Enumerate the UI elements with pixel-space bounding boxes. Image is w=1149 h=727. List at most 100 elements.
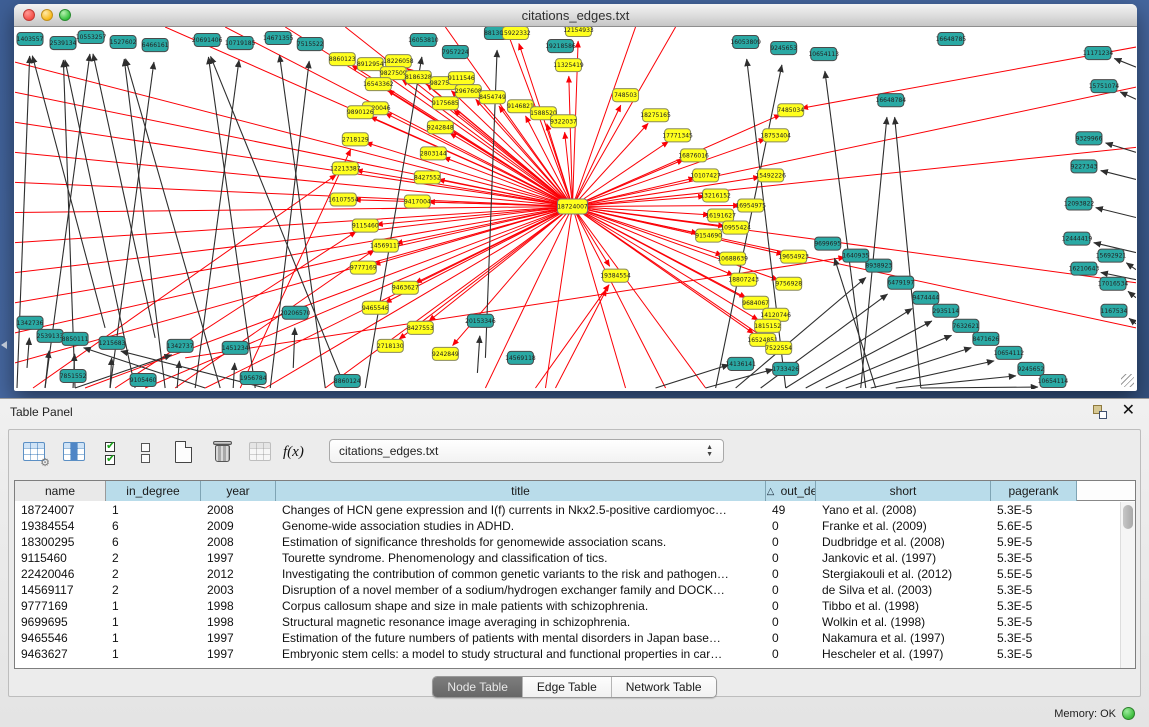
network-node[interactable]: 18724007 bbox=[557, 199, 588, 214]
network-node[interactable]: 18753404 bbox=[760, 129, 791, 142]
network-node[interactable]: 10654112 bbox=[994, 346, 1025, 359]
tab-network-table[interactable]: Network Table bbox=[612, 677, 716, 697]
network-node[interactable]: 1167534 bbox=[1101, 304, 1128, 317]
network-node[interactable]: 14569117 bbox=[370, 239, 401, 252]
network-node[interactable]: 6466161 bbox=[142, 39, 169, 52]
network-node[interactable]: 16107554 bbox=[328, 193, 359, 206]
network-node[interactable]: 10107427 bbox=[690, 169, 721, 182]
network-canvas[interactable]: 1403557253913410553257152760264661612069… bbox=[15, 27, 1136, 389]
network-node[interactable]: 19218586 bbox=[545, 40, 576, 53]
network-node[interactable]: 1342737 bbox=[167, 339, 194, 352]
network-node[interactable]: 9890126 bbox=[347, 106, 374, 119]
network-node[interactable]: 9474444 bbox=[912, 291, 939, 304]
network-node[interactable]: 16210643 bbox=[1069, 262, 1100, 275]
network-node[interactable]: 9684067 bbox=[742, 296, 769, 309]
table-row[interactable]: 1938455462009Genome-wide association stu… bbox=[15, 518, 1119, 534]
table-row[interactable]: 946362711997Embryonic stem cells: a mode… bbox=[15, 646, 1119, 662]
table-row[interactable]: 2242004622012Investigating the contribut… bbox=[15, 566, 1119, 582]
network-node[interactable]: 10553257 bbox=[76, 31, 107, 44]
column-header-name[interactable]: name bbox=[15, 481, 106, 501]
row-check-icon[interactable] bbox=[101, 439, 129, 467]
network-node[interactable]: 9242848 bbox=[427, 121, 454, 134]
network-node[interactable]: 1640935 bbox=[842, 249, 869, 262]
network-node[interactable]: 8860123 bbox=[329, 53, 356, 66]
network-node[interactable]: 9417004 bbox=[404, 195, 431, 208]
network-node[interactable]: 15492226 bbox=[755, 169, 786, 182]
vertical-scrollbar[interactable] bbox=[1120, 502, 1135, 668]
table-row[interactable]: 1456911722003Disruption of a novel membe… bbox=[15, 582, 1119, 598]
network-node[interactable]: 19654923 bbox=[778, 250, 809, 263]
network-node[interactable]: 11171234 bbox=[1083, 47, 1114, 60]
network-node[interactable]: 16053809 bbox=[730, 36, 761, 49]
network-node[interactable]: 7957224 bbox=[442, 46, 469, 59]
table-settings-icon[interactable]: ⚙ bbox=[21, 439, 49, 467]
network-node[interactable]: 2718129 bbox=[342, 133, 369, 146]
network-node[interactable]: 10688639 bbox=[717, 252, 748, 265]
network-node[interactable]: 8938923 bbox=[865, 259, 892, 272]
delete-table-icon[interactable] bbox=[209, 439, 237, 467]
network-node[interactable]: 7515522 bbox=[297, 38, 324, 51]
float-panel-icon[interactable] bbox=[1093, 405, 1107, 419]
function-builder-icon[interactable]: f(x) bbox=[283, 439, 317, 467]
column-header-year[interactable]: year bbox=[201, 481, 276, 501]
network-node[interactable]: 2967608 bbox=[455, 85, 482, 98]
network-node[interactable]: 10654114 bbox=[1038, 374, 1069, 387]
network-node[interactable]: 7851552 bbox=[60, 369, 87, 382]
network-node[interactable]: 12213387 bbox=[330, 162, 361, 175]
network-node[interactable]: 7485034 bbox=[777, 104, 804, 117]
network-node[interactable]: 8471626 bbox=[973, 332, 1000, 345]
show-column-icon[interactable] bbox=[61, 439, 89, 467]
network-node[interactable]: 8912954 bbox=[357, 58, 384, 71]
new-table-icon[interactable] bbox=[171, 439, 199, 467]
network-node[interactable]: 16876016 bbox=[678, 149, 709, 162]
network-node[interactable]: 8850111 bbox=[62, 332, 89, 345]
network-node[interactable]: 17771345 bbox=[662, 129, 693, 142]
network-node[interactable]: 16543362 bbox=[363, 78, 394, 91]
panel-collapse-arrow[interactable] bbox=[1, 341, 7, 349]
network-node[interactable]: 9245653 bbox=[770, 42, 797, 55]
network-node[interactable]: 16648784 bbox=[876, 94, 907, 107]
table-row[interactable]: 946554611997Estimation of the future num… bbox=[15, 630, 1119, 646]
network-node[interactable]: 8427552 bbox=[414, 171, 441, 184]
network-node[interactable]: 748503 bbox=[613, 89, 639, 102]
network-node[interactable]: 20691406 bbox=[192, 34, 223, 47]
network-node[interactable]: 8454749 bbox=[479, 91, 506, 104]
network-node[interactable]: 9756928 bbox=[775, 277, 802, 290]
network-node[interactable]: 8427553 bbox=[407, 321, 434, 334]
network-node[interactable]: 10719185 bbox=[225, 37, 256, 50]
network-node[interactable]: 17016534 bbox=[1098, 277, 1129, 290]
network-node[interactable]: 12093822 bbox=[1064, 197, 1095, 210]
import-table-icon[interactable] bbox=[247, 439, 275, 467]
network-node[interactable]: 16954975 bbox=[735, 199, 766, 212]
network-node[interactable]: 14136141 bbox=[725, 357, 756, 370]
network-node[interactable]: 10654113 bbox=[808, 48, 839, 61]
network-node[interactable]: 11325419 bbox=[553, 59, 584, 72]
network-node[interactable]: 9329966 bbox=[1076, 132, 1103, 145]
network-node[interactable]: 14569118 bbox=[505, 351, 536, 364]
network-node[interactable]: 15751074 bbox=[1089, 80, 1120, 93]
network-node[interactable]: 7632621 bbox=[952, 319, 979, 332]
network-node[interactable]: 18226058 bbox=[383, 55, 414, 68]
network-node[interactable]: 9175685 bbox=[432, 97, 459, 110]
table-row[interactable]: 969969511998Structural magnetic resonanc… bbox=[15, 614, 1119, 630]
network-node[interactable]: 9115460 bbox=[352, 219, 379, 232]
network-node[interactable]: 6479197 bbox=[887, 276, 914, 289]
network-node[interactable]: 9777169 bbox=[350, 261, 377, 274]
network-node[interactable]: 15922332 bbox=[500, 27, 531, 40]
network-node[interactable]: 16191627 bbox=[705, 209, 736, 222]
network-node[interactable]: 8186328 bbox=[405, 71, 432, 84]
table-row[interactable]: 1830029562008Estimation of significance … bbox=[15, 534, 1119, 550]
table-row[interactable]: 977716911998Corpus callosum shape and si… bbox=[15, 598, 1119, 614]
network-node[interactable]: 2539133 bbox=[37, 329, 64, 342]
network-node[interactable]: 18275165 bbox=[640, 109, 671, 122]
network-node[interactable]: 19384554 bbox=[600, 269, 631, 282]
network-node[interactable]: 8860124 bbox=[334, 374, 361, 387]
table-row[interactable]: 1872400712008Changes of HCN gene express… bbox=[15, 502, 1119, 518]
network-node[interactable]: 9154690 bbox=[695, 229, 722, 242]
network-node[interactable]: 12444419 bbox=[1062, 232, 1093, 245]
network-node[interactable]: 1403557 bbox=[17, 33, 44, 46]
network-node[interactable]: 1733426 bbox=[772, 362, 799, 375]
column-header-title[interactable]: title bbox=[276, 481, 766, 501]
network-node[interactable]: 18807243 bbox=[728, 273, 759, 286]
network-node[interactable]: 10955424 bbox=[720, 221, 751, 234]
